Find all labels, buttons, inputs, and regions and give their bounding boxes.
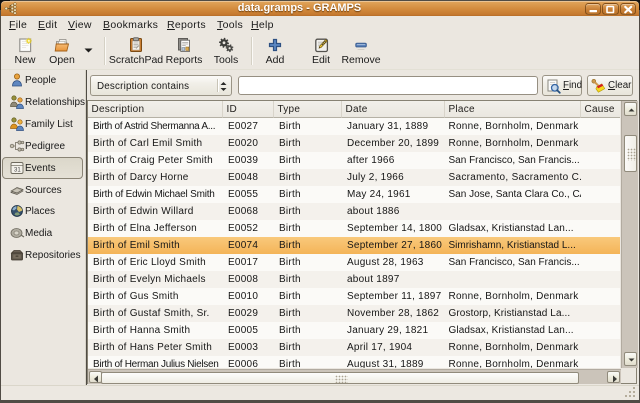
svg-text:31: 31: [14, 167, 21, 173]
